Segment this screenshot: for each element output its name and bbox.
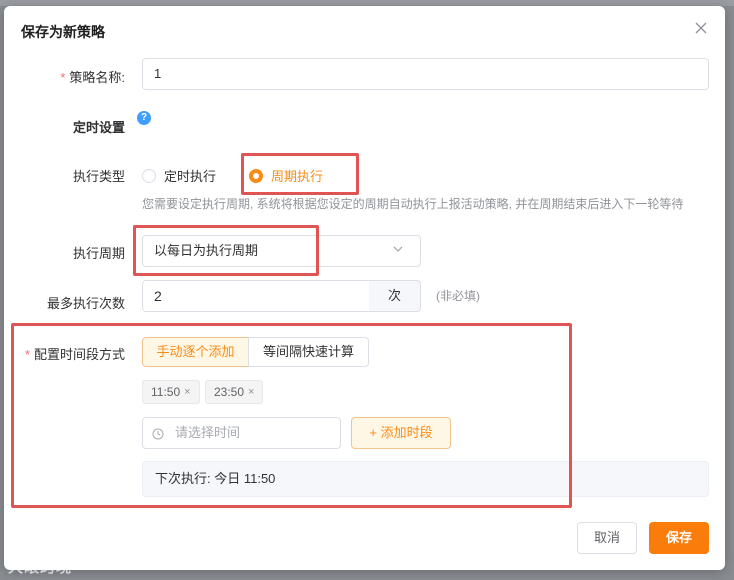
close-icon[interactable] [693,20,709,36]
add-time-slot-button[interactable]: + 添加时段 [351,417,451,449]
radio-scheduled-label: 定时执行 [164,169,217,184]
cancel-button[interactable]: 取消 [577,522,637,554]
radio-scheduled[interactable]: 定时执行 [142,166,216,185]
dialog-title: 保存为新策略 [21,24,105,40]
exec-type-label: 执行类型 [72,169,125,184]
required-mark: * [60,70,66,85]
close-icon[interactable]: × [248,381,254,403]
seg-interval-calc[interactable]: 等间隔快速计算 [248,337,369,367]
radio-periodic-label: 周期执行 [271,169,324,184]
close-icon[interactable]: × [184,381,190,403]
strategy-name-input[interactable]: 1 [142,58,709,90]
exec-period-select[interactable]: 以每日为执行周期 [142,235,421,267]
seg-manual-add[interactable]: 手动逐个添加 [142,337,249,367]
optional-note: (非必填) [436,289,480,303]
time-tag-label: 11:50 [151,385,181,399]
exec-type-hint: 您需要设定执行周期, 系统将根据您设定的周期自动执行上报活动策略, 并在周期结束… [142,197,684,211]
required-mark: * [24,347,30,362]
save-button[interactable]: 保存 [649,522,709,554]
radio-checked-icon [249,168,263,183]
max-exec-label: 最多执行次数 [46,296,125,311]
strategy-name-label-text: 策略名称: [69,70,125,85]
radio-circle-icon [142,168,156,183]
time-tag: 11:50 × [142,380,200,404]
schedule-section-title: 定时设置 [72,120,125,135]
time-tag: 23:50 × [205,380,264,404]
clock-icon [152,428,164,440]
help-icon[interactable]: ? [137,111,151,125]
next-execution-info: 下次执行: 今日 11:50 [142,461,709,497]
time-picker-placeholder: 请选择时间 [175,425,241,440]
max-exec-input[interactable]: 2 [142,280,370,312]
strategy-name-label: * 策略名称: [0,67,125,86]
time-slot-mode-label-text: 配置时间段方式 [33,347,125,362]
max-exec-suffix: 次 [369,280,421,312]
time-slot-mode-label: * 配置时间段方式 [0,344,125,363]
time-tag-label: 23:50 [214,385,245,399]
radio-periodic[interactable]: 周期执行 [249,166,323,185]
exec-period-value: 以每日为执行周期 [154,243,259,258]
chevron-down-icon [393,246,403,252]
watermark: 大眼跨境 [8,559,73,576]
time-picker-input[interactable]: 请选择时间 [142,417,341,449]
exec-period-label: 执行周期 [72,246,125,261]
